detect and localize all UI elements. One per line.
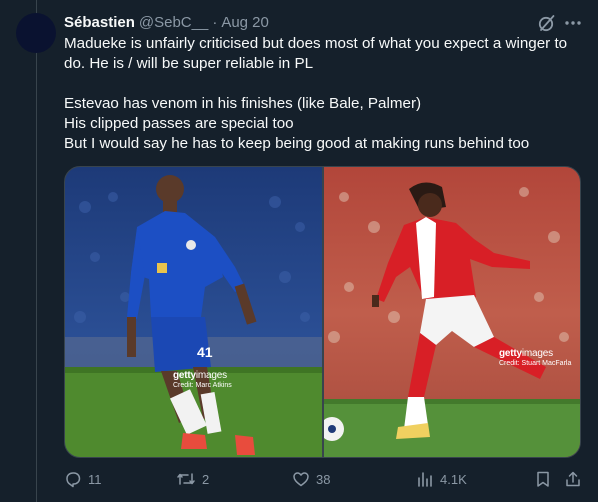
tweet-line: do. He is / will be super reliable in PL [64,55,314,72]
photo-chelsea-player[interactable]: 41 gettyimages Credit: Marc Atkins [65,167,322,457]
getty-brand-suffix: images [521,348,553,359]
tweet-header: Sébastien @SebC__ · Aug 20 [64,11,269,33]
paragraph-break [64,74,590,94]
reply-button[interactable]: 11 [64,470,102,488]
photo-arsenal-player[interactable]: gettyimages Credit: Stuart MacFarla [324,167,580,457]
thread-line [36,0,37,502]
author-handle[interactable]: @SebC__ [139,14,208,31]
getty-brand: getty [499,348,522,359]
author-name[interactable]: Sébastien [64,14,135,31]
tweet-line: But I would say he has to keep being goo… [64,135,530,152]
bookmark-button[interactable] [534,470,552,488]
like-button[interactable]: 38 [292,470,330,488]
repost-icon [177,473,195,485]
reply-count: 11 [88,471,102,487]
tweet-date[interactable]: Aug 20 [221,14,269,31]
tweet-line: Estevao has venom in his finishes (like … [64,95,422,112]
tweet-line: Madueke is unfairly criticised but does … [64,35,568,52]
like-count: 38 [316,471,331,487]
photo-chelsea-graphic: 41 [65,167,322,457]
kit-number: 41 [197,344,213,360]
reply-icon [66,472,81,488]
repost-count: 2 [202,471,210,487]
views-count: 4.1K [440,471,467,487]
separator-dot: · [212,13,218,31]
share-button[interactable] [564,470,582,488]
views-button[interactable]: 4.1K [416,470,467,488]
photo-arsenal-graphic [324,167,580,457]
getty-watermark-right: gettyimages Credit: Stuart MacFarla [499,348,571,367]
media-grid: 41 gettyimages Credit: Marc Atkins getty… [64,166,581,458]
analytics-icon [418,472,432,487]
bookmark-icon [537,471,549,487]
tweet-line: His clipped passes are special too [64,115,294,132]
heart-icon [293,472,309,487]
more-options-icon[interactable] [562,12,584,34]
grok-icon[interactable] [537,13,557,33]
getty-brand: getty [173,370,196,381]
photo-credit: Credit: Stuart MacFarla [499,360,572,367]
getty-watermark-left: gettyimages Credit: Marc Atkins [173,370,232,389]
action-bar: 11 2 38 4.1K [64,470,584,492]
photo-credit: Credit: Marc Atkins [173,382,232,389]
tweet-text: Madueke is unfairly criticised but does … [64,34,590,154]
share-icon [566,471,580,487]
avatar[interactable] [16,13,56,53]
repost-button[interactable]: 2 [176,470,209,488]
getty-brand-suffix: images [195,370,227,381]
